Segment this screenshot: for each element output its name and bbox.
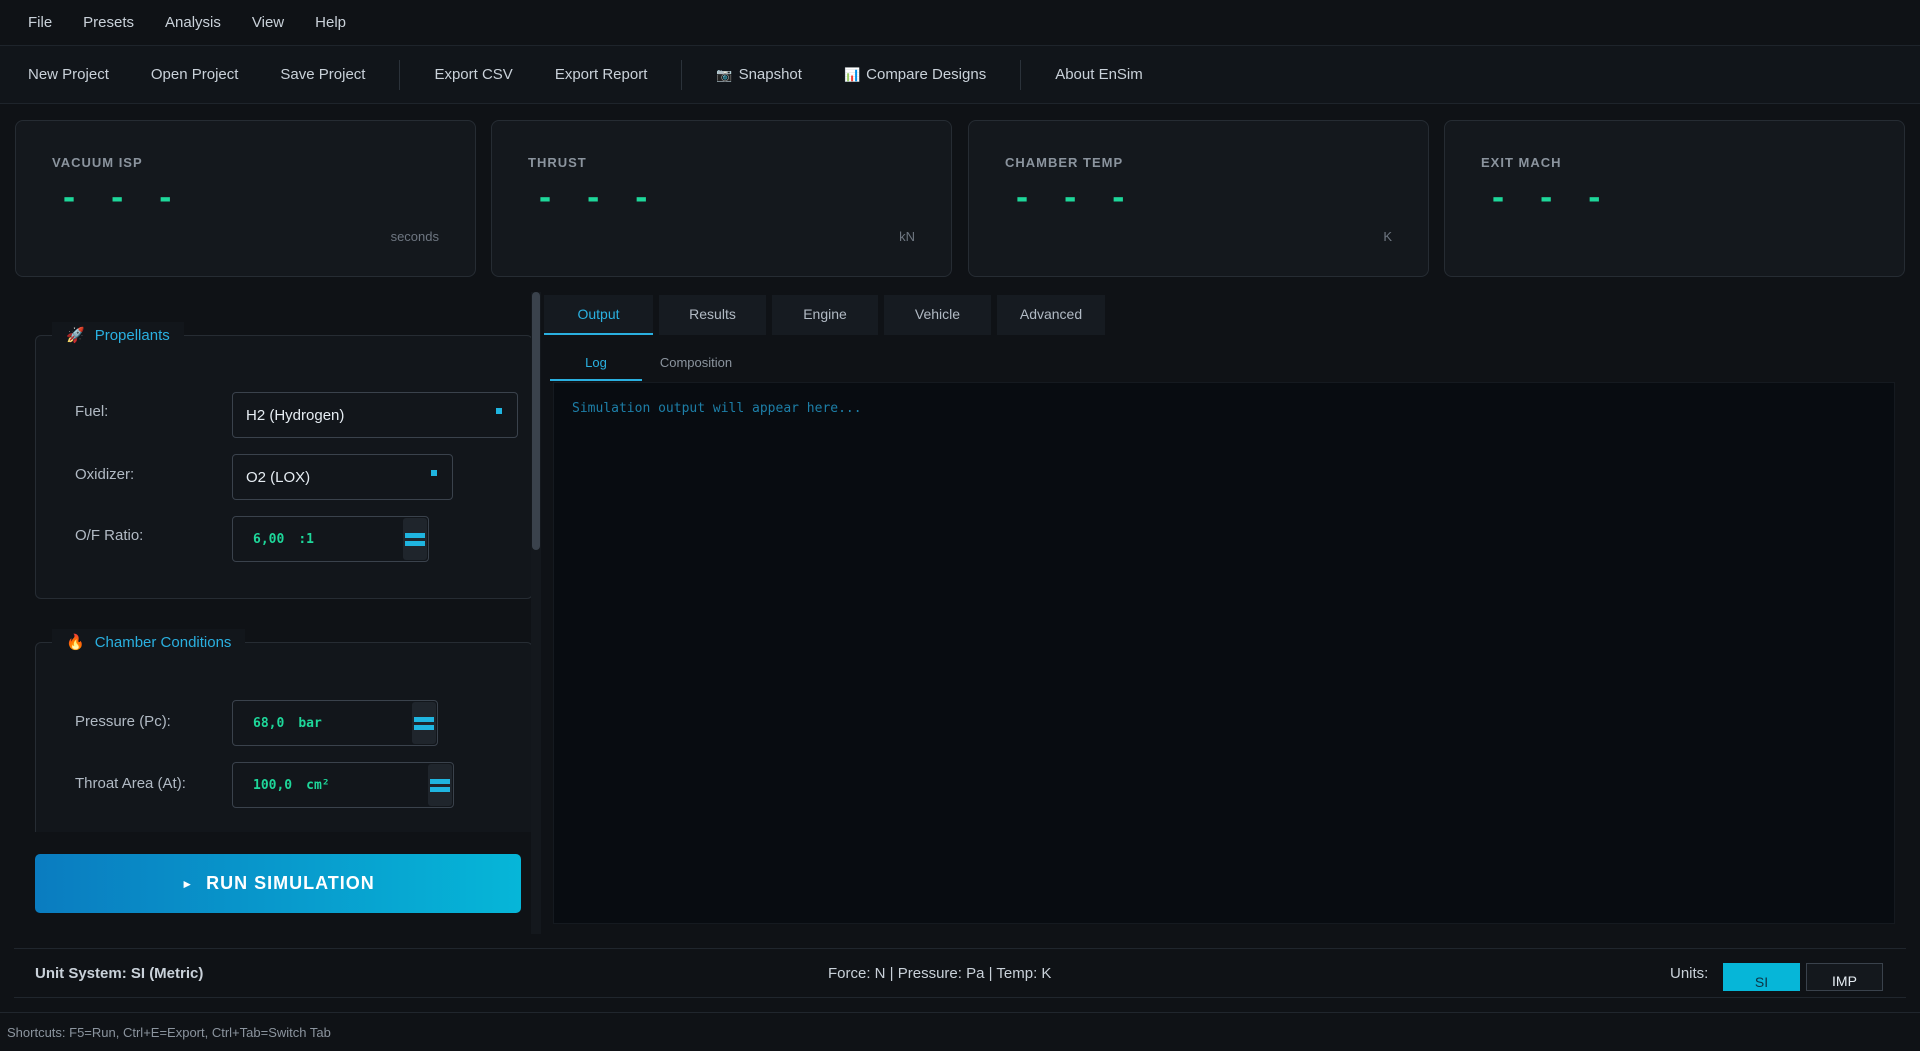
oxidizer-value: O2 (LOX) [246, 468, 311, 486]
propellants-title: 🚀 Propellants [52, 322, 184, 348]
tab-engine[interactable]: Engine [772, 295, 878, 335]
status-bar: Unit System: SI (Metric) Force: N | Pres… [14, 948, 1906, 998]
stat-card-exit-mach: EXIT MACH - - - [1444, 120, 1905, 277]
unit-info: Force: N | Pressure: Pa | Temp: K [828, 965, 1052, 982]
stat-value: - - - [60, 181, 181, 216]
tab-results[interactable]: Results [659, 295, 766, 335]
stat-card-thrust: THRUST - - - kN [491, 120, 952, 277]
fuel-label: Fuel: [75, 403, 109, 420]
save-project-button[interactable]: Save Project [280, 66, 365, 83]
main-tabs: Output Results Engine Vehicle Advanced [544, 295, 1111, 335]
fire-icon: 🔥 [66, 634, 85, 651]
of-ratio-value: 6,00 [253, 531, 285, 547]
snapshot-label: Snapshot [738, 66, 802, 83]
rocket-icon: 🚀 [66, 327, 85, 344]
compare-designs-label: Compare Designs [866, 66, 987, 83]
pressure-value: 68,0 [253, 715, 285, 731]
stepper-icon[interactable] [428, 764, 452, 806]
throat-area-label: Throat Area (At): [75, 775, 186, 792]
stat-card-chamber-temp: CHAMBER TEMP - - - K [968, 120, 1429, 277]
stat-value: - - - [1013, 181, 1134, 216]
menu-analysis[interactable]: Analysis [165, 14, 221, 31]
open-project-button[interactable]: Open Project [151, 66, 239, 83]
oxidizer-label: Oxidizer: [75, 466, 135, 483]
export-csv-button[interactable]: Export CSV [434, 66, 512, 83]
pressure-label: Pressure (Pc): [75, 713, 171, 730]
tab-advanced[interactable]: Advanced [997, 295, 1105, 335]
propellants-group: 🚀 Propellants Fuel: H2 (Hydrogen) Oxidiz… [35, 322, 533, 599]
divider [0, 1012, 1920, 1013]
si-units-button[interactable]: SI [1723, 963, 1800, 991]
throat-area-unit: cm² [306, 777, 330, 793]
new-project-button[interactable]: New Project [28, 66, 109, 83]
unit-system-label: Unit System: SI (Metric) [35, 965, 204, 982]
snapshot-button[interactable]: 📷 Snapshot [716, 66, 802, 83]
toolbar-separator [681, 59, 683, 90]
stat-value: - - - [536, 181, 657, 216]
pressure-spinbox[interactable]: 68,0 bar [232, 700, 438, 746]
of-ratio-label: O/F Ratio: [75, 527, 144, 544]
stat-value: - - - [1489, 181, 1610, 216]
camera-icon: 📷 [716, 66, 733, 82]
toolbar-separator [1020, 59, 1022, 90]
menu-bar: File Presets Analysis View Help [0, 0, 1920, 46]
menu-presets[interactable]: Presets [83, 14, 134, 31]
tab-output[interactable]: Output [544, 295, 653, 335]
units-label: Units: [1670, 965, 1709, 982]
subtab-log[interactable]: Log [550, 345, 642, 381]
subtab-composition[interactable]: Composition [642, 345, 750, 381]
stepper-icon[interactable] [403, 518, 427, 560]
menu-view[interactable]: View [252, 14, 284, 31]
stat-unit: K [1383, 229, 1392, 244]
stat-label: EXIT MACH [1481, 155, 1562, 170]
sub-tabs: Log Composition [550, 345, 750, 381]
play-icon: ► [181, 876, 195, 891]
chamber-conditions-title: 🔥 Chamber Conditions [52, 629, 246, 655]
bar-chart-icon: 📊 [843, 66, 861, 82]
menu-file[interactable]: File [28, 14, 52, 31]
throat-area-spinbox[interactable]: 100,0 cm² [232, 762, 454, 808]
stat-unit: seconds [390, 229, 439, 244]
export-report-button[interactable]: Export Report [555, 66, 648, 83]
fuel-value: H2 (Hydrogen) [246, 406, 345, 424]
stat-label: CHAMBER TEMP [1005, 155, 1124, 170]
shortcuts-hint: Shortcuts: F5=Run, Ctrl+E=Export, Ctrl+T… [7, 1025, 331, 1040]
run-simulation-button[interactable]: ► RUN SIMULATION [35, 854, 521, 913]
stat-card-vacuum-isp: VACUUM ISP - - - seconds [15, 120, 476, 277]
of-ratio-spinbox[interactable]: 6,00 :1 [232, 516, 429, 562]
dropdown-arrow-icon [431, 470, 437, 476]
imp-units-button[interactable]: IMP [1806, 963, 1883, 991]
stat-label: VACUUM ISP [52, 155, 143, 170]
output-log[interactable]: Simulation output will appear here... [553, 382, 1895, 924]
stat-unit: kN [899, 229, 915, 244]
fuel-select[interactable]: H2 (Hydrogen) [232, 392, 518, 438]
stat-label: THRUST [528, 155, 587, 170]
output-placeholder: Simulation output will appear here... [572, 401, 862, 416]
run-simulation-label: RUN SIMULATION [206, 873, 375, 893]
pressure-unit: bar [298, 715, 322, 731]
propellants-title-label: Propellants [94, 326, 170, 344]
oxidizer-select[interactable]: O2 (LOX) [232, 454, 453, 500]
chamber-conditions-title-label: Chamber Conditions [94, 633, 232, 651]
tab-vehicle[interactable]: Vehicle [884, 295, 991, 335]
compare-designs-button[interactable]: 📊 Compare Designs [844, 66, 986, 83]
about-button[interactable]: About EnSim [1055, 66, 1143, 83]
of-ratio-unit: :1 [298, 531, 314, 547]
menu-help[interactable]: Help [315, 14, 346, 31]
stepper-icon[interactable] [412, 702, 436, 744]
dropdown-arrow-icon [496, 408, 502, 414]
toolbar-separator [399, 59, 401, 90]
toolbar: New Project Open Project Save Project Ex… [0, 46, 1920, 104]
panel-scrollbar-thumb[interactable] [532, 292, 540, 550]
chamber-conditions-group: 🔥 Chamber Conditions Pressure (Pc): 68,0… [35, 629, 533, 832]
input-panel: 🚀 Propellants Fuel: H2 (Hydrogen) Oxidiz… [14, 292, 542, 832]
throat-area-value: 100,0 [253, 777, 293, 793]
